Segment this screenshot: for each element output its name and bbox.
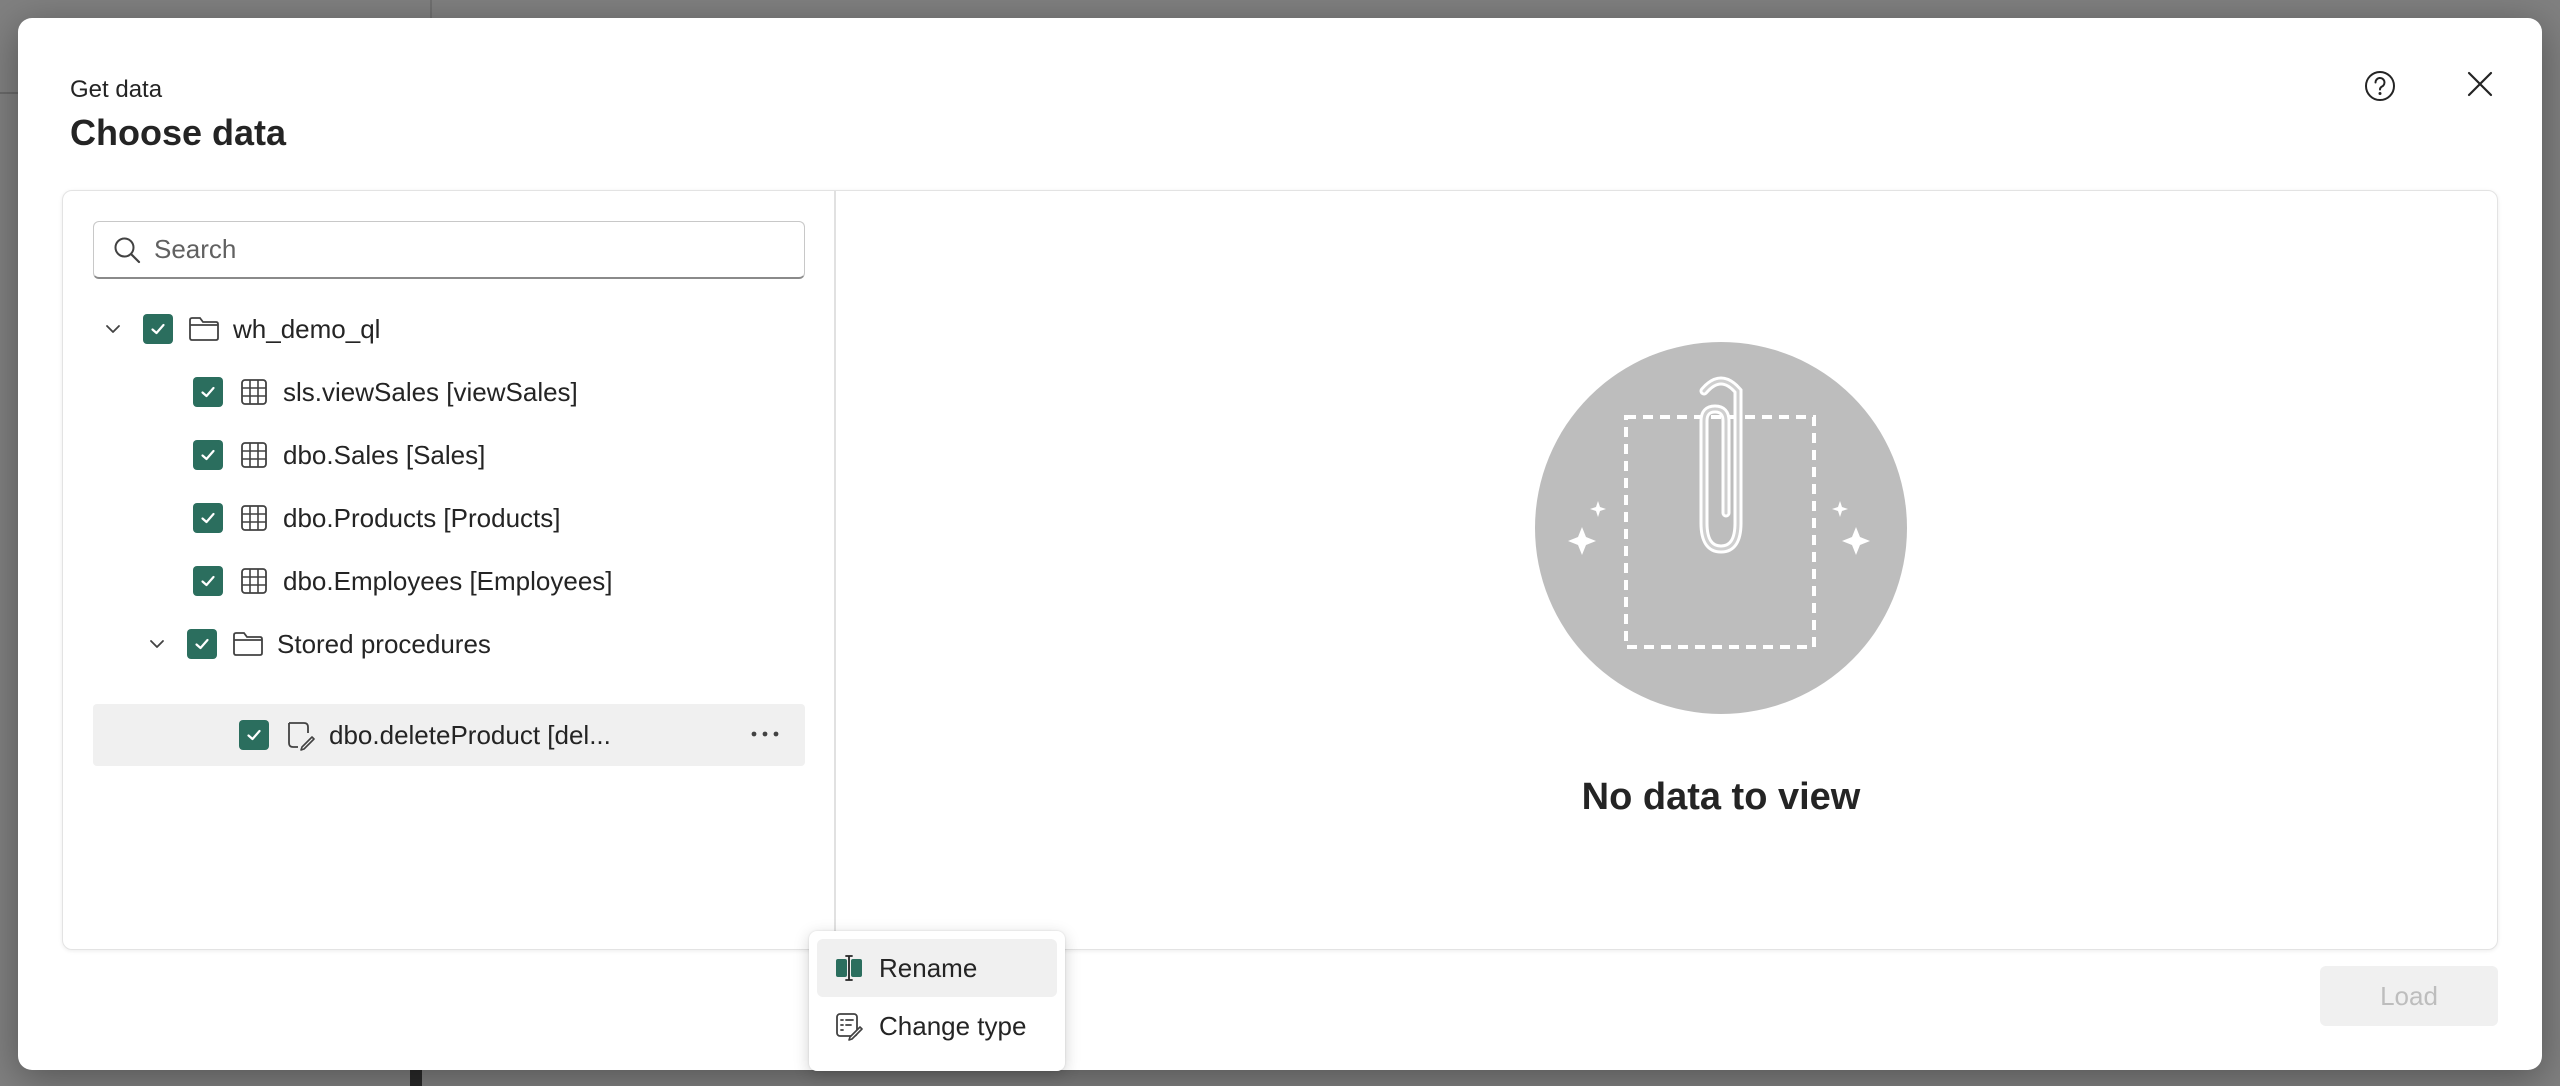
tree-item-table[interactable]: dbo.Sales [Sales] bbox=[93, 425, 805, 485]
table-icon bbox=[237, 564, 271, 598]
tree-item-stored-procedures[interactable]: Stored procedures bbox=[93, 614, 805, 674]
tree-item-label: sls.viewSales [viewSales] bbox=[283, 376, 578, 407]
menu-item-label: Rename bbox=[879, 952, 978, 983]
tree-item-label: dbo.deleteProduct [del... bbox=[329, 719, 611, 750]
help-button[interactable] bbox=[2358, 64, 2402, 108]
table-icon bbox=[237, 501, 271, 535]
search-box[interactable] bbox=[93, 221, 805, 279]
get-data-dialog: Get data Choose data Search wh_demo_ql s… bbox=[18, 18, 2542, 1071]
folder-icon bbox=[187, 312, 221, 346]
table-icon bbox=[237, 375, 271, 409]
dialog-title: Choose data bbox=[70, 112, 287, 153]
load-button[interactable]: Load bbox=[2320, 966, 2498, 1026]
checkbox[interactable] bbox=[193, 377, 223, 407]
tree-item-procedure[interactable]: dbo.deleteProduct [del... bbox=[93, 704, 805, 766]
menu-item-label: Change type bbox=[879, 1010, 1027, 1041]
checkbox[interactable] bbox=[143, 314, 173, 344]
empty-state-message: No data to view bbox=[1581, 776, 1861, 818]
checkbox[interactable] bbox=[193, 503, 223, 533]
background-divider-horizontal bbox=[0, 92, 18, 94]
preview-pane: No data to view bbox=[838, 191, 2497, 949]
stored-procedure-icon bbox=[283, 718, 317, 752]
help-icon bbox=[2365, 71, 2395, 101]
background-element bbox=[410, 1070, 422, 1086]
tree-item-label: Stored procedures bbox=[277, 628, 491, 659]
choose-data-panel: wh_demo_ql sls.viewSales [viewSales] bbox=[62, 190, 2498, 1071]
empty-state-illustration bbox=[1535, 342, 1907, 714]
navigator-pane: wh_demo_ql sls.viewSales [viewSales] bbox=[63, 191, 836, 949]
tree-item-root[interactable]: wh_demo_ql bbox=[93, 299, 805, 359]
table-icon bbox=[237, 438, 271, 472]
close-button[interactable] bbox=[2458, 62, 2502, 106]
menu-item-rename[interactable]: Rename bbox=[817, 939, 1057, 997]
tree-item-label: wh_demo_ql bbox=[233, 313, 381, 344]
tree-item-label: dbo.Employees [Employees] bbox=[283, 565, 613, 596]
tree-item-table[interactable]: dbo.Products [Products] bbox=[93, 488, 805, 548]
more-options-button[interactable] bbox=[745, 718, 785, 750]
checkbox[interactable] bbox=[187, 629, 217, 659]
chevron-down-icon[interactable] bbox=[99, 315, 127, 343]
chevron-down-icon[interactable] bbox=[143, 630, 171, 658]
change-type-icon bbox=[833, 1010, 865, 1042]
folder-icon bbox=[231, 627, 265, 661]
search-input[interactable] bbox=[154, 234, 774, 265]
close-icon bbox=[2467, 71, 2493, 97]
rename-icon bbox=[833, 952, 865, 984]
search-icon bbox=[112, 235, 142, 265]
checkbox[interactable] bbox=[239, 720, 269, 750]
tree-item-table[interactable]: dbo.Employees [Employees] bbox=[93, 551, 805, 611]
background-divider bbox=[430, 0, 432, 20]
checkbox[interactable] bbox=[193, 566, 223, 596]
tree-item-table[interactable]: sls.viewSales [viewSales] bbox=[93, 362, 805, 422]
more-icon bbox=[751, 731, 779, 737]
tree-item-label: dbo.Products [Products] bbox=[283, 502, 561, 533]
dialog-subtitle: Get data bbox=[70, 76, 163, 103]
menu-item-change-type[interactable]: Change type bbox=[817, 997, 1057, 1055]
context-menu: Rename Change type bbox=[809, 931, 1065, 1071]
tree-item-label: dbo.Sales [Sales] bbox=[283, 439, 486, 470]
checkbox[interactable] bbox=[193, 440, 223, 470]
